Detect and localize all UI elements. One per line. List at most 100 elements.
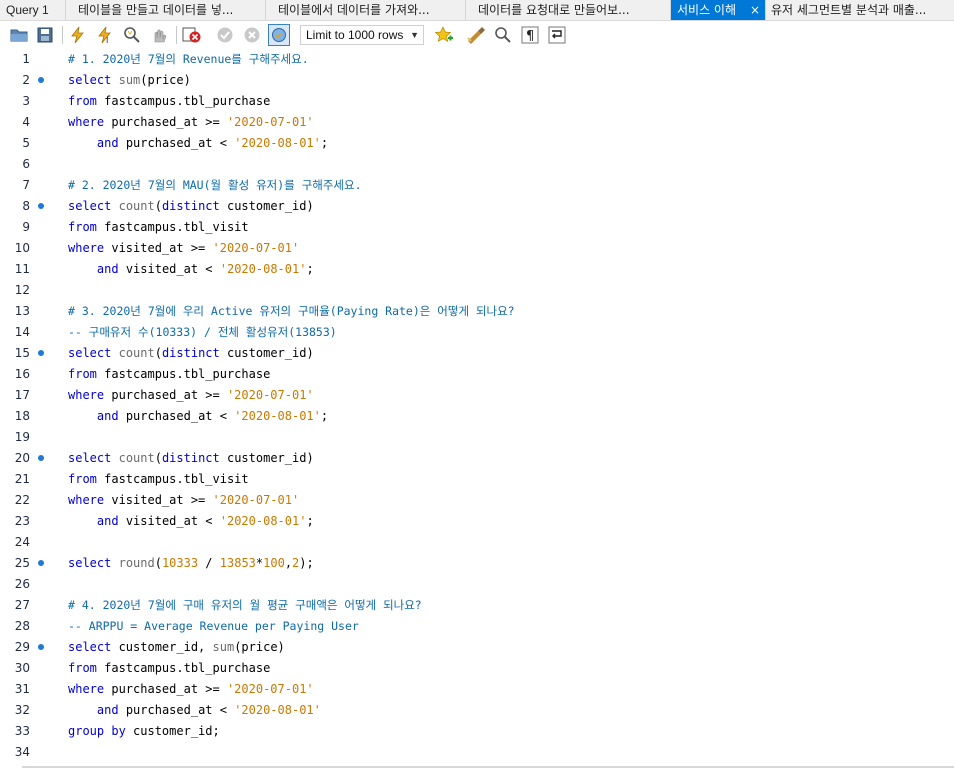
- tab-label: 유저 세그먼트별 분석과 매출...: [771, 3, 927, 17]
- code-text: where visited_at >= '2020-07-01': [68, 241, 300, 255]
- tab-user-segment-analysis[interactable]: 유저 세그먼트별 분석과 매출...: [766, 0, 954, 20]
- code-line[interactable]: 10 where visited_at >= '2020-07-01': [0, 238, 954, 259]
- tab-label: 서비스 이해: [677, 3, 737, 17]
- code-text: from fastcampus.tbl_visit: [68, 220, 249, 234]
- code-line[interactable]: 24: [0, 532, 954, 553]
- code-text: select sum(price): [68, 73, 191, 87]
- line-number: 11: [14, 262, 30, 276]
- code-text: # 4. 2020년 7월에 구매 유저의 월 평균 구매액은 어떻게 되나요?: [68, 598, 422, 612]
- open-folder-icon[interactable]: [8, 24, 30, 46]
- code-line[interactable]: 15 select count(distinct customer_id): [0, 343, 954, 364]
- code-line[interactable]: 12: [0, 280, 954, 301]
- tab-create-table[interactable]: 테이블을 만들고 데이터를 넣...: [66, 0, 266, 20]
- code-text: from fastcampus.tbl_purchase: [68, 661, 271, 675]
- tab-query-1[interactable]: Query 1: [0, 0, 66, 20]
- code-line[interactable]: 7 # 2. 2020년 7월의 MAU(월 활성 유저)를 구해주세요.: [0, 175, 954, 196]
- code-text: and purchased_at < '2020-08-01': [96, 703, 321, 717]
- code-line[interactable]: 23 and visited_at < '2020-08-01';: [0, 511, 954, 532]
- code-line[interactable]: 4 where purchased_at >= '2020-07-01': [0, 112, 954, 133]
- tab-make-data[interactable]: 데이터를 요청대로 만들어보...: [466, 0, 671, 20]
- line-number: 16: [14, 367, 30, 381]
- line-number: 6: [22, 157, 30, 171]
- code-line[interactable]: 19: [0, 427, 954, 448]
- code-line[interactable]: 11 and visited_at < '2020-08-01';: [0, 259, 954, 280]
- code-line[interactable]: 32 and purchased_at < '2020-08-01': [0, 700, 954, 721]
- explain-icon[interactable]: [121, 24, 143, 46]
- svg-text:I: I: [106, 36, 108, 44]
- code-line[interactable]: 27 # 4. 2020년 7월에 구매 유저의 월 평균 구매액은 어떻게 되나…: [0, 595, 954, 616]
- toggle-error-stop-icon[interactable]: [181, 24, 203, 46]
- line-number: 24: [14, 535, 30, 549]
- line-number: 33: [14, 724, 30, 738]
- statement-marker-icon: [38, 350, 44, 356]
- code-line[interactable]: 21 from fastcampus.tbl_visit: [0, 469, 954, 490]
- code-line[interactable]: 29 select customer_id, sum(price): [0, 637, 954, 658]
- code-line[interactable]: 18 and purchased_at < '2020-08-01';: [0, 406, 954, 427]
- code-text: and purchased_at < '2020-08-01';: [96, 136, 329, 150]
- code-text: and purchased_at < '2020-08-01';: [96, 409, 329, 423]
- code-text: group by customer_id;: [68, 724, 220, 738]
- svg-text:¶: ¶: [526, 29, 534, 44]
- line-number: 12: [14, 283, 30, 297]
- line-number: 4: [22, 115, 30, 129]
- code-text: select count(distinct customer_id): [68, 346, 314, 360]
- code-line[interactable]: 8 select count(distinct customer_id): [0, 196, 954, 217]
- line-number: 5: [22, 136, 30, 150]
- code-line[interactable]: 33 group by customer_id;: [0, 721, 954, 742]
- line-number: 9: [22, 220, 30, 234]
- code-line[interactable]: 17 where purchased_at >= '2020-07-01': [0, 385, 954, 406]
- line-number: 17: [14, 388, 30, 402]
- code-line[interactable]: 20 select count(distinct customer_id): [0, 448, 954, 469]
- chevron-down-icon: ▼: [410, 30, 419, 40]
- tab-fetch-data[interactable]: 테이블에서 데이터를 가져와...: [266, 0, 466, 20]
- code-text: # 2. 2020년 7월의 MAU(월 활성 유저)를 구해주세요.: [68, 178, 362, 192]
- line-number: 25: [14, 556, 30, 570]
- code-line[interactable]: 28 -- ARPPU = Average Revenue per Paying …: [0, 616, 954, 637]
- commit-icon[interactable]: [214, 24, 236, 46]
- line-number: 28: [14, 619, 30, 633]
- code-text: select count(distinct customer_id): [68, 451, 314, 465]
- code-text: -- 구매유저 수(10333) / 전체 활성유저(13853): [68, 325, 337, 339]
- add-snippet-icon[interactable]: [433, 24, 455, 46]
- code-line[interactable]: 13 # 3. 2020년 7월에 우리 Active 유저의 구매율(Payin…: [0, 301, 954, 322]
- tab-label: Query 1: [6, 3, 49, 17]
- code-line[interactable]: 30 from fastcampus.tbl_purchase: [0, 658, 954, 679]
- execute-icon[interactable]: [66, 24, 88, 46]
- code-text: where purchased_at >= '2020-07-01': [68, 682, 314, 696]
- tab-label: 테이블에서 데이터를 가져와...: [278, 3, 430, 17]
- code-line[interactable]: 25 select round(10333 / 13853*100,2);: [0, 553, 954, 574]
- code-line[interactable]: 14 -- 구매유저 수(10333) / 전체 활성유저(13853): [0, 322, 954, 343]
- code-line[interactable]: 3 from fastcampus.tbl_purchase: [0, 91, 954, 112]
- save-icon[interactable]: [34, 24, 56, 46]
- limit-rows-label: Limit to 1000 rows: [306, 28, 404, 42]
- stop-icon[interactable]: [148, 24, 170, 46]
- rollback-icon[interactable]: [241, 24, 263, 46]
- code-line[interactable]: 6: [0, 154, 954, 175]
- code-text: select round(10333 / 13853*100,2);: [68, 556, 314, 570]
- code-line[interactable]: 9 from fastcampus.tbl_visit: [0, 217, 954, 238]
- line-number: 22: [14, 493, 30, 507]
- code-text: where visited_at >= '2020-07-01': [68, 493, 300, 507]
- beautify-icon[interactable]: [465, 24, 487, 46]
- code-line[interactable]: 2 select sum(price): [0, 70, 954, 91]
- autocommit-icon[interactable]: [268, 24, 290, 46]
- code-line[interactable]: 26: [0, 574, 954, 595]
- limit-rows-select[interactable]: Limit to 1000 rows ▼: [300, 25, 424, 45]
- code-text: -- ARPPU = Average Revenue per Paying Us…: [68, 619, 359, 633]
- wrap-icon[interactable]: [546, 24, 568, 46]
- line-number: 18: [14, 409, 30, 423]
- find-icon[interactable]: [492, 24, 514, 46]
- close-icon[interactable]: ×: [750, 0, 760, 20]
- execute-current-icon[interactable]: I: [94, 24, 116, 46]
- sql-editor[interactable]: 1 # 1. 2020년 7월의 Revenue를 구해주세요. 2 select s…: [0, 49, 954, 767]
- code-line[interactable]: 1 # 1. 2020년 7월의 Revenue를 구해주세요.: [0, 49, 954, 70]
- code-line[interactable]: 31 where purchased_at >= '2020-07-01': [0, 679, 954, 700]
- tab-service-understanding[interactable]: 서비스 이해 ×: [671, 0, 766, 20]
- invisible-chars-icon[interactable]: ¶: [519, 24, 541, 46]
- statement-marker-icon: [38, 203, 44, 209]
- code-line[interactable]: 22 where visited_at >= '2020-07-01': [0, 490, 954, 511]
- code-line[interactable]: 34: [0, 742, 954, 763]
- code-line[interactable]: 16 from fastcampus.tbl_purchase: [0, 364, 954, 385]
- code-line[interactable]: 5 and purchased_at < '2020-08-01';: [0, 133, 954, 154]
- editor-horizontal-scrollbar[interactable]: [22, 766, 954, 768]
